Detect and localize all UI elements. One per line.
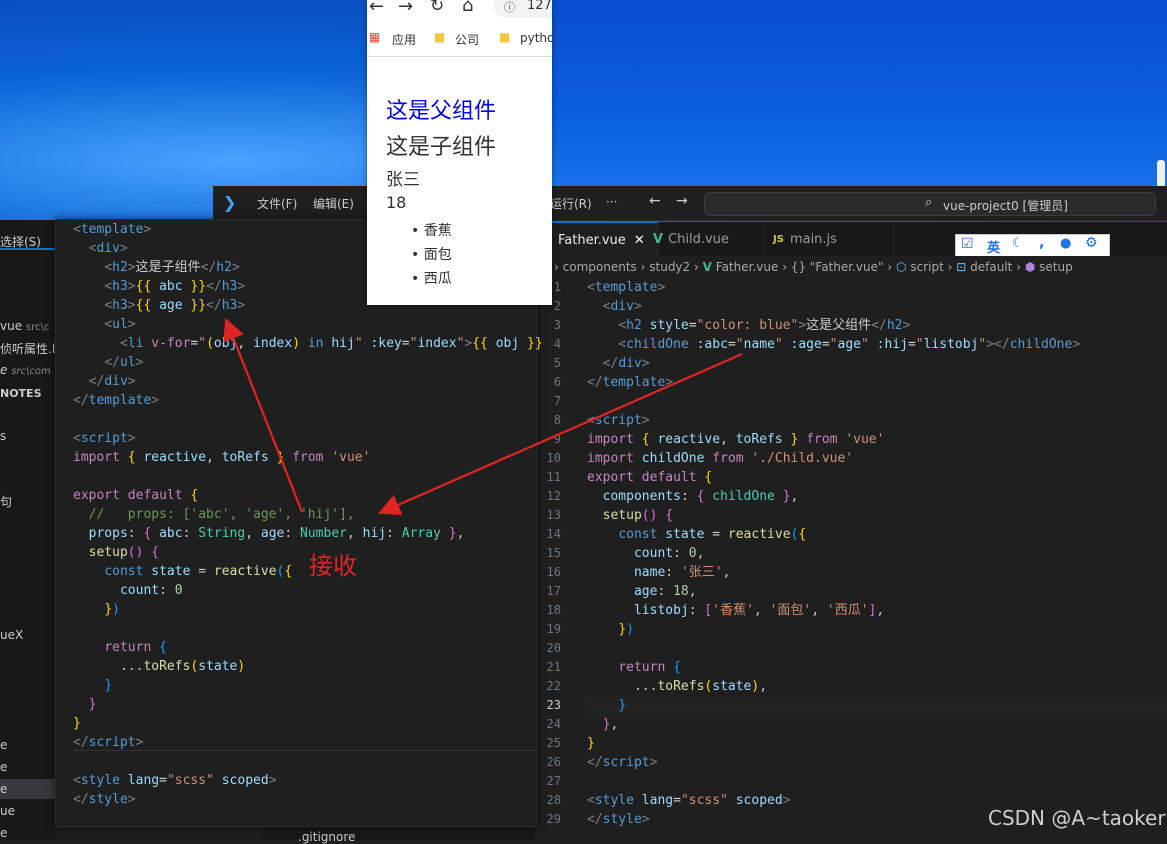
annotation-label: 接收 (309, 552, 357, 580)
arrow-to-template (223, 317, 304, 513)
annotation-arrows (223, 317, 743, 515)
arrow-to-props (377, 352, 743, 515)
watermark: CSDN @A~taoker (988, 806, 1166, 830)
